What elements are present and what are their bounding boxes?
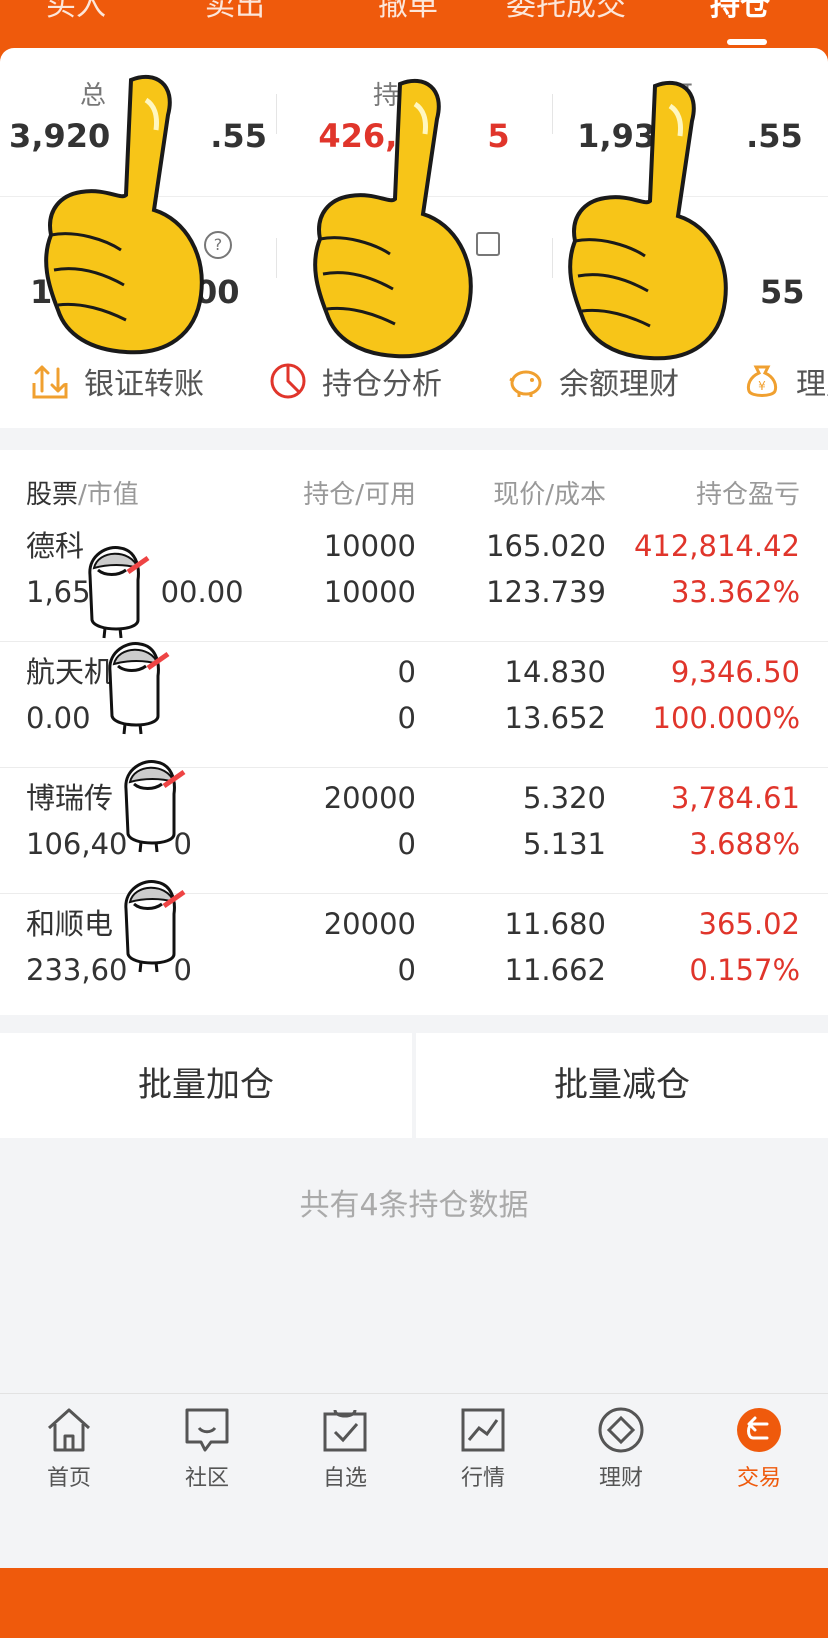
active-tab-indicator xyxy=(727,39,767,45)
shortcut-label: 持仓分析 xyxy=(322,367,442,402)
nav-label: 行情 xyxy=(460,1466,505,1491)
nav-community[interactable]: 社区 xyxy=(138,1404,276,1492)
tab-orders-fills[interactable]: 委托成交 xyxy=(506,0,626,26)
market-value: 0.00 xyxy=(26,701,91,735)
nav-home[interactable]: 首页 xyxy=(0,1404,138,1492)
tab-buy[interactable]: 买入 xyxy=(46,0,106,26)
position-pnl-pct: 3.688% xyxy=(689,827,800,861)
nav-label: 社区 xyxy=(184,1466,229,1491)
header-position-pnl: 持仓盈亏 xyxy=(695,480,800,510)
shortcut-label: 理财 xyxy=(796,367,828,402)
holdings-count-note: 共有4条持仓数据 xyxy=(299,1188,529,1223)
finance-icon xyxy=(598,1407,644,1453)
mascot-sticker xyxy=(124,879,186,973)
batch-actions: 批量加仓 批量减仓 xyxy=(0,1033,828,1138)
cost-price: 13.652 xyxy=(504,701,606,735)
community-icon xyxy=(185,1408,229,1452)
position-qty: 0 xyxy=(397,655,416,689)
bottom-brand-bar xyxy=(0,1568,828,1638)
divider xyxy=(552,238,553,278)
position-qty: 20000 xyxy=(323,781,416,815)
divider xyxy=(276,238,277,278)
current-price: 165.020 xyxy=(486,529,606,563)
position-qty: 10000 xyxy=(323,529,416,563)
pie-chart-icon xyxy=(270,363,306,399)
nav-trade[interactable]: 交易 xyxy=(690,1404,828,1492)
mascot-sticker xyxy=(88,545,150,639)
shortcut-position-analysis[interactable]: 持仓分析 xyxy=(268,356,442,406)
nav-label: 自选 xyxy=(322,1466,367,1491)
nav-label: 理财 xyxy=(598,1466,643,1491)
available-qty: 0 xyxy=(397,953,416,987)
stock-name: 和顺电 xyxy=(26,907,114,941)
thumbs-up-sticker xyxy=(44,74,204,355)
tab-sell[interactable]: 卖出 xyxy=(205,0,265,26)
shortcut-label: 银证转账 xyxy=(84,367,204,402)
mascot-sticker xyxy=(124,759,186,853)
position-pnl: 3,784.61 xyxy=(670,781,800,815)
stock-name: 博瑞传 xyxy=(26,781,114,815)
header-price-cost: 现价/成本 xyxy=(493,480,606,510)
current-price: 11.680 xyxy=(504,907,606,941)
market-icon xyxy=(461,1408,505,1452)
home-icon xyxy=(47,1408,91,1452)
nav-watchlist[interactable]: 自选 xyxy=(276,1404,414,1492)
asset-summary-panel: 总 3,920.55 持仓 426,5 可 1,93.55 ? 1 00 55 … xyxy=(0,48,828,428)
batch-reduce-button[interactable]: 批量减仓 xyxy=(416,1033,828,1138)
nav-label: 交易 xyxy=(736,1466,781,1491)
holdings-table: 股票/市值 持仓/可用 现价/成本 持仓盈亏 德科 1,65 00.00 1000… xyxy=(0,450,828,1015)
shortcut-balance-finance[interactable]: 余额理财 xyxy=(505,356,679,406)
summary-value: 55 xyxy=(760,273,805,311)
position-pnl: 365.02 xyxy=(698,907,800,941)
nav-finance[interactable]: 理财 xyxy=(552,1404,690,1492)
money-bag-icon: ¥ xyxy=(746,365,778,397)
trade-icon xyxy=(737,1408,781,1452)
header-position-available: 持仓/可用 xyxy=(303,480,416,510)
stock-name: 德科 xyxy=(26,529,85,563)
cost-price: 11.662 xyxy=(504,953,606,987)
shortcut-label: 余额理财 xyxy=(559,367,679,402)
transfer-icon xyxy=(32,365,68,399)
svg-text:¥: ¥ xyxy=(758,379,766,393)
thumbs-up-sticker xyxy=(568,80,728,361)
watchlist-icon xyxy=(323,1409,367,1452)
position-pnl-pct: 0.157% xyxy=(689,953,800,987)
cost-price: 5.131 xyxy=(522,827,606,861)
current-price: 5.320 xyxy=(522,781,606,815)
mascot-sticker xyxy=(108,641,170,735)
shortcut-wealth-management[interactable]: ¥ 理财 xyxy=(742,356,828,406)
nav-market[interactable]: 行情 xyxy=(414,1404,552,1492)
shortcut-bank-transfer[interactable]: 银证转账 xyxy=(30,356,204,406)
batch-add-button[interactable]: 批量加仓 xyxy=(0,1033,412,1138)
available-qty: 10000 xyxy=(323,575,416,609)
bottom-nav: 首页 社区 自选 行情 理财 交易 xyxy=(0,1393,828,1569)
current-price: 14.830 xyxy=(504,655,606,689)
available-qty: 0 xyxy=(397,701,416,735)
thumbs-up-sticker xyxy=(313,78,473,359)
position-pnl: 9,346.50 xyxy=(670,655,800,689)
available-qty: 0 xyxy=(397,827,416,861)
piggy-bank-icon xyxy=(509,370,542,397)
header-stock-market-value: 股票/市值 xyxy=(26,480,139,510)
position-pnl-pct: 100.000% xyxy=(652,701,800,735)
tab-positions[interactable]: 持仓 xyxy=(710,0,770,26)
position-pnl: 412,814.42 xyxy=(633,529,800,563)
position-qty: 20000 xyxy=(323,907,416,941)
position-pnl-pct: 33.362% xyxy=(670,575,800,609)
cost-price: 123.739 xyxy=(486,575,606,609)
tab-cancel-order[interactable]: 撤单 xyxy=(378,0,438,26)
nav-label: 首页 xyxy=(46,1466,91,1491)
